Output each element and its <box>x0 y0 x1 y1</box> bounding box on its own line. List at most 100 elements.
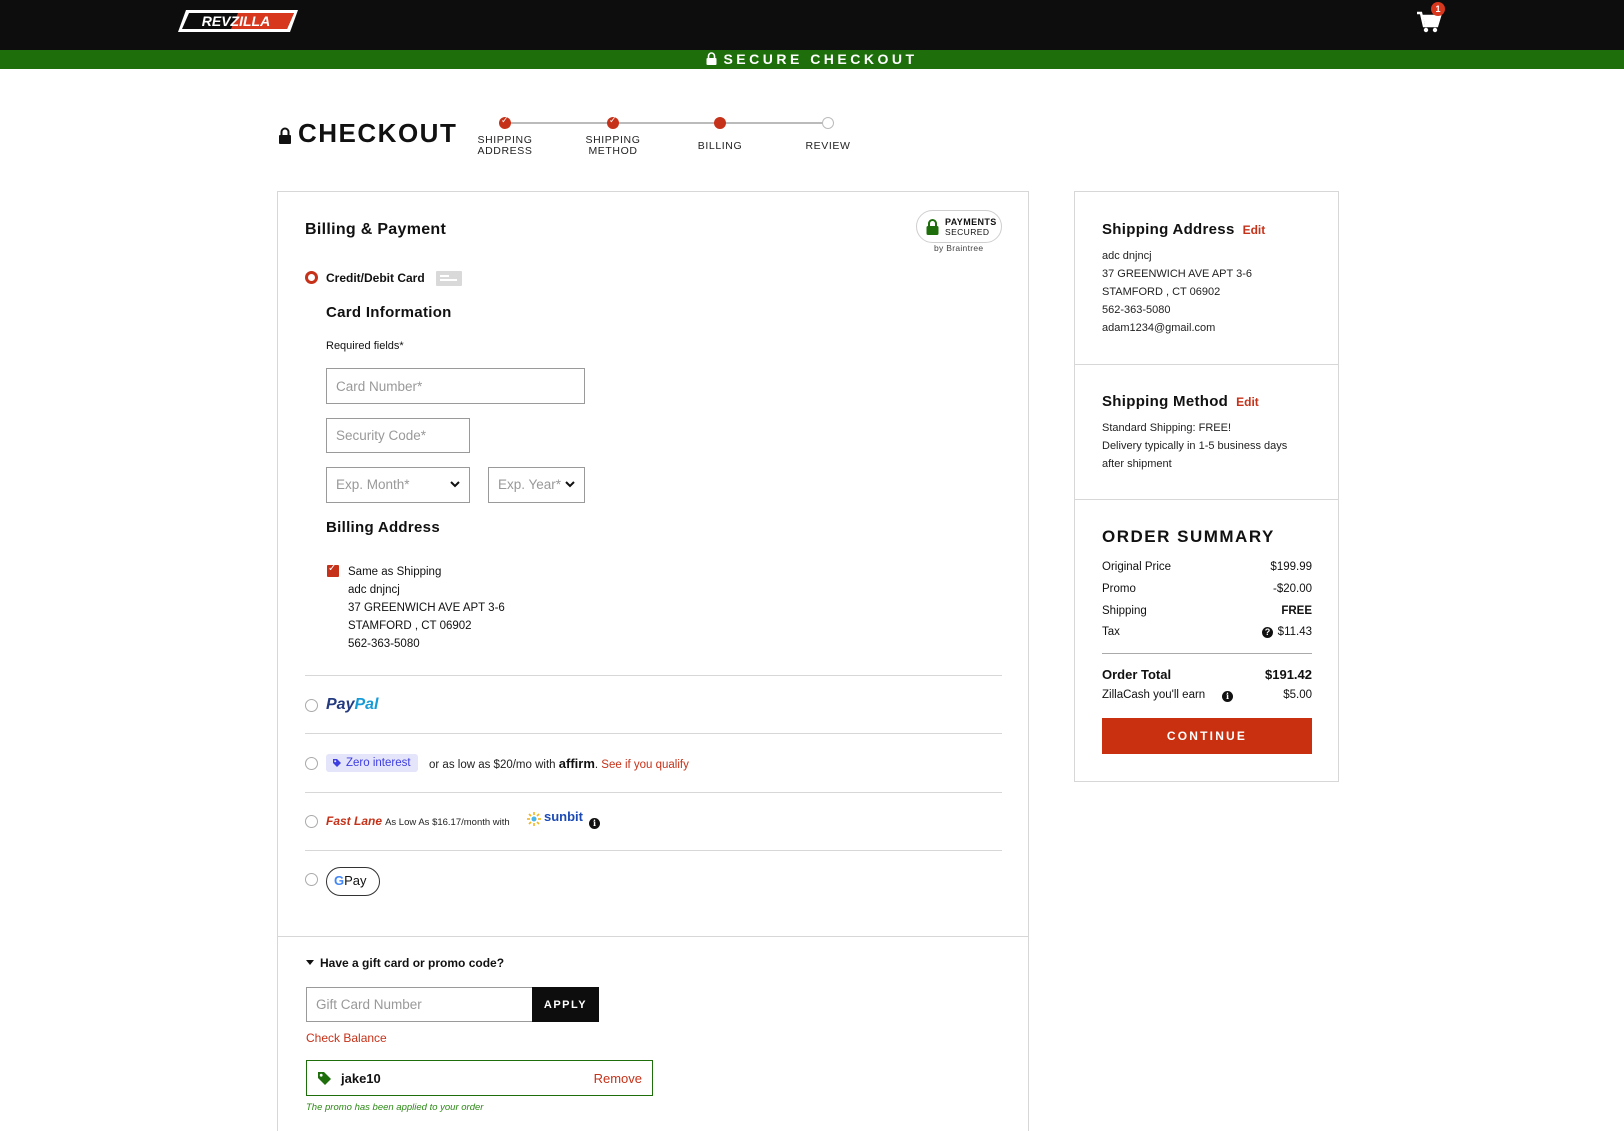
zero-interest-badge: Zero interest <box>326 754 418 772</box>
step-dot-shipping-address[interactable] <box>499 115 511 129</box>
shipping-address-heading-text: Shipping Address <box>1102 221 1235 238</box>
divider <box>305 850 1002 851</box>
exp-year-select[interactable]: Exp. Year* <box>488 467 585 503</box>
order-summary-heading: ORDER SUMMARY <box>1102 527 1275 546</box>
lock-icon <box>279 127 291 144</box>
zero-interest-text: Zero interest <box>346 757 411 769</box>
paypal-radio[interactable] <box>305 699 318 712</box>
google-pay-logo[interactable]: GPay <box>326 867 380 896</box>
info-icon[interactable]: i <box>589 818 600 829</box>
cart-count-badge: 1 <box>1431 2 1445 16</box>
shipping-address-block: adc dnjncj 37 GREENWICH AVE APT 3-6 STAM… <box>1102 247 1252 337</box>
shipping-address-line: 562-363-5080 <box>1102 304 1171 316</box>
summary-row-zillacash: ZillaCash you'll earn i $5.00 <box>1102 689 1312 702</box>
revzilla-logo[interactable]: REVZILLA <box>178 8 300 34</box>
security-code-input[interactable] <box>326 418 470 453</box>
paypal-logo[interactable]: PayPal <box>326 696 378 714</box>
summary-label: Promo <box>1102 583 1136 595</box>
card-information-heading: Card Information <box>326 304 452 321</box>
divider <box>278 936 1028 937</box>
braintree-credit: by Braintree <box>934 243 984 253</box>
shipping-address-line: STAMFORD , CT 06902 <box>1102 286 1221 298</box>
step-dot-review <box>822 117 834 129</box>
tag-icon <box>318 1072 331 1085</box>
caret-down-icon <box>306 960 314 965</box>
step-dot-shipping-method[interactable] <box>607 115 619 129</box>
exp-month-select[interactable]: Exp. Month* <box>326 467 470 503</box>
affirm-qualify-link[interactable]: See if you qualify <box>601 759 689 771</box>
summary-value: $199.99 <box>1270 561 1312 573</box>
edit-shipping-address-link[interactable]: Edit <box>1243 223 1266 237</box>
step-label-shipping-address[interactable]: SHIPPING ADDRESS <box>460 135 550 157</box>
same-as-shipping-label[interactable]: Same as Shipping <box>348 563 505 581</box>
credit-card-label[interactable]: Credit/Debit Card <box>326 271 425 285</box>
apply-button[interactable]: APPLY <box>532 987 599 1022</box>
tax-help-icon[interactable]: ? <box>1262 627 1273 638</box>
billing-address-line: adc dnjncj <box>348 584 400 596</box>
billing-address-heading: Billing Address <box>326 519 440 536</box>
summary-label: Tax <box>1102 626 1120 638</box>
fast-lane-text: As Low As $16.17/month with <box>385 817 510 828</box>
fast-lane-brand: Fast Lane <box>326 814 383 828</box>
zillacash-value: $5.00 <box>1283 689 1312 701</box>
shipping-method-heading: Shipping Method Edit <box>1102 393 1259 410</box>
summary-row-order-total: Order Total $191.42 <box>1102 667 1312 682</box>
credit-card-radio[interactable] <box>305 271 318 284</box>
info-icon[interactable]: i <box>1222 691 1233 702</box>
checkout-progress-stepper: SHIPPING ADDRESS SHIPPING METHOD BILLING… <box>460 114 860 164</box>
exp-month-placeholder: Exp. Month* <box>336 477 410 492</box>
chevron-down-icon <box>565 481 575 488</box>
applied-promo-box: jake10 Remove <box>306 1060 653 1096</box>
billing-address-line: STAMFORD , CT 06902 <box>348 620 472 632</box>
fast-lane-offer: Fast Lane As Low As $16.17/month with <box>326 814 510 828</box>
summary-value: $11.43 <box>1277 626 1312 638</box>
exp-year-placeholder: Exp. Year* <box>498 477 562 492</box>
edit-shipping-method-link[interactable]: Edit <box>1236 395 1259 409</box>
affirm-logo: affirm <box>558 756 595 771</box>
billing-payment-panel: Billing & Payment PAYMENTS SECURED by Br… <box>277 191 1029 1131</box>
payments-secured-line1: PAYMENTS <box>945 217 997 227</box>
chevron-down-icon <box>450 481 460 488</box>
summary-label: Shipping <box>1102 605 1147 617</box>
affirm-radio[interactable] <box>305 757 318 770</box>
promo-toggle-label: Have a gift card or promo code? <box>320 956 505 970</box>
billing-address-line: 37 GREENWICH AVE APT 3-6 <box>348 602 505 614</box>
step-label-review: REVIEW <box>805 140 851 152</box>
sunbit-logo: sunbit <box>544 809 583 824</box>
step-label-shipping-method[interactable]: SHIPPING METHOD <box>568 135 658 157</box>
same-as-shipping-checkbox[interactable] <box>327 563 339 577</box>
shipping-method-line: Delivery typically in 1-5 business days <box>1102 440 1288 452</box>
promo-code-toggle[interactable]: Have a gift card or promo code? <box>306 956 504 970</box>
summary-row-promo: Promo -$20.00 <box>1102 583 1312 595</box>
svg-text:REVZILLA: REVZILLA <box>202 13 270 29</box>
zillacash-label: ZillaCash you'll earn <box>1102 689 1206 701</box>
sunbit-radio[interactable] <box>305 815 318 828</box>
google-pay-radio[interactable] <box>305 873 318 886</box>
continue-button[interactable]: CONTINUE <box>1102 718 1312 754</box>
check-balance-link[interactable]: Check Balance <box>306 1031 387 1045</box>
divider <box>305 675 1002 676</box>
summary-row-original-price: Original Price $199.99 <box>1102 561 1312 573</box>
divider <box>305 792 1002 793</box>
shipping-method-line: after shipment <box>1102 458 1172 470</box>
shipping-address-line: 37 GREENWICH AVE APT 3-6 <box>1102 268 1252 280</box>
secure-checkout-banner: SECURE CHECKOUT <box>0 50 1624 69</box>
shipping-address-heading: Shipping Address Edit <box>1102 221 1265 238</box>
order-sidebar: Shipping Address Edit adc dnjncj 37 GREEN… <box>1074 191 1339 782</box>
gift-card-input[interactable] <box>306 987 533 1022</box>
remove-promo-link[interactable]: Remove <box>594 1071 642 1086</box>
payments-secured-badge: PAYMENTS SECURED <box>916 210 1002 243</box>
secure-checkout-text: SECURE CHECKOUT <box>723 51 918 67</box>
card-number-input[interactable] <box>326 368 585 404</box>
billing-payment-heading: Billing & Payment <box>305 221 447 238</box>
top-header: REVZILLA 1 <box>0 0 1624 50</box>
summary-row-shipping: Shipping FREE <box>1102 605 1312 617</box>
order-total-value: $191.42 <box>1265 667 1312 682</box>
page-title-text: CHECKOUT <box>298 118 458 148</box>
shipping-method-heading-text: Shipping Method <box>1102 393 1229 410</box>
credit-card-icon <box>436 271 462 286</box>
order-total-label: Order Total <box>1102 667 1172 682</box>
google-g-icon: G <box>334 873 345 888</box>
paypal-pay-text: Pay <box>326 696 355 713</box>
step-label-billing: BILLING <box>697 140 743 152</box>
